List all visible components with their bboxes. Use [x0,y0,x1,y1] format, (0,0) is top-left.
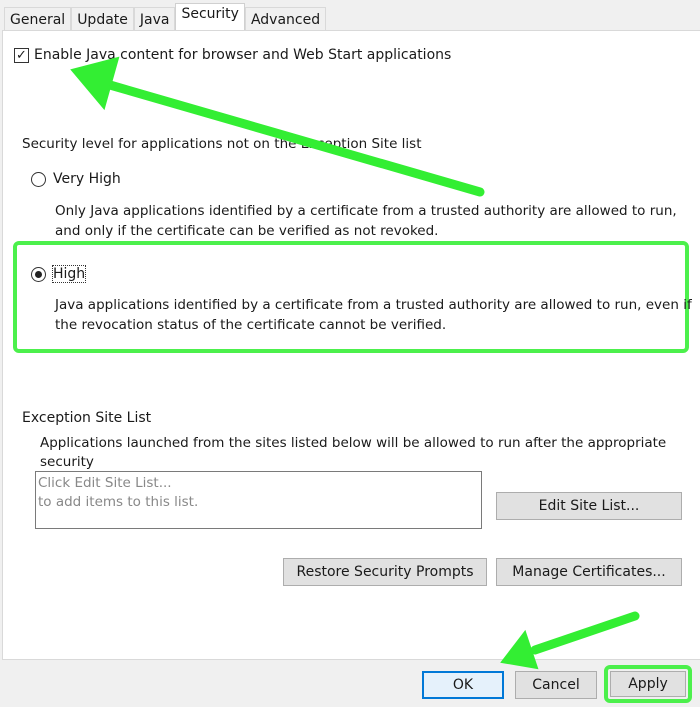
annotation-arrows [70,56,640,670]
arrow-to-checkbox [70,56,485,197]
arrow-to-ok [500,611,640,670]
